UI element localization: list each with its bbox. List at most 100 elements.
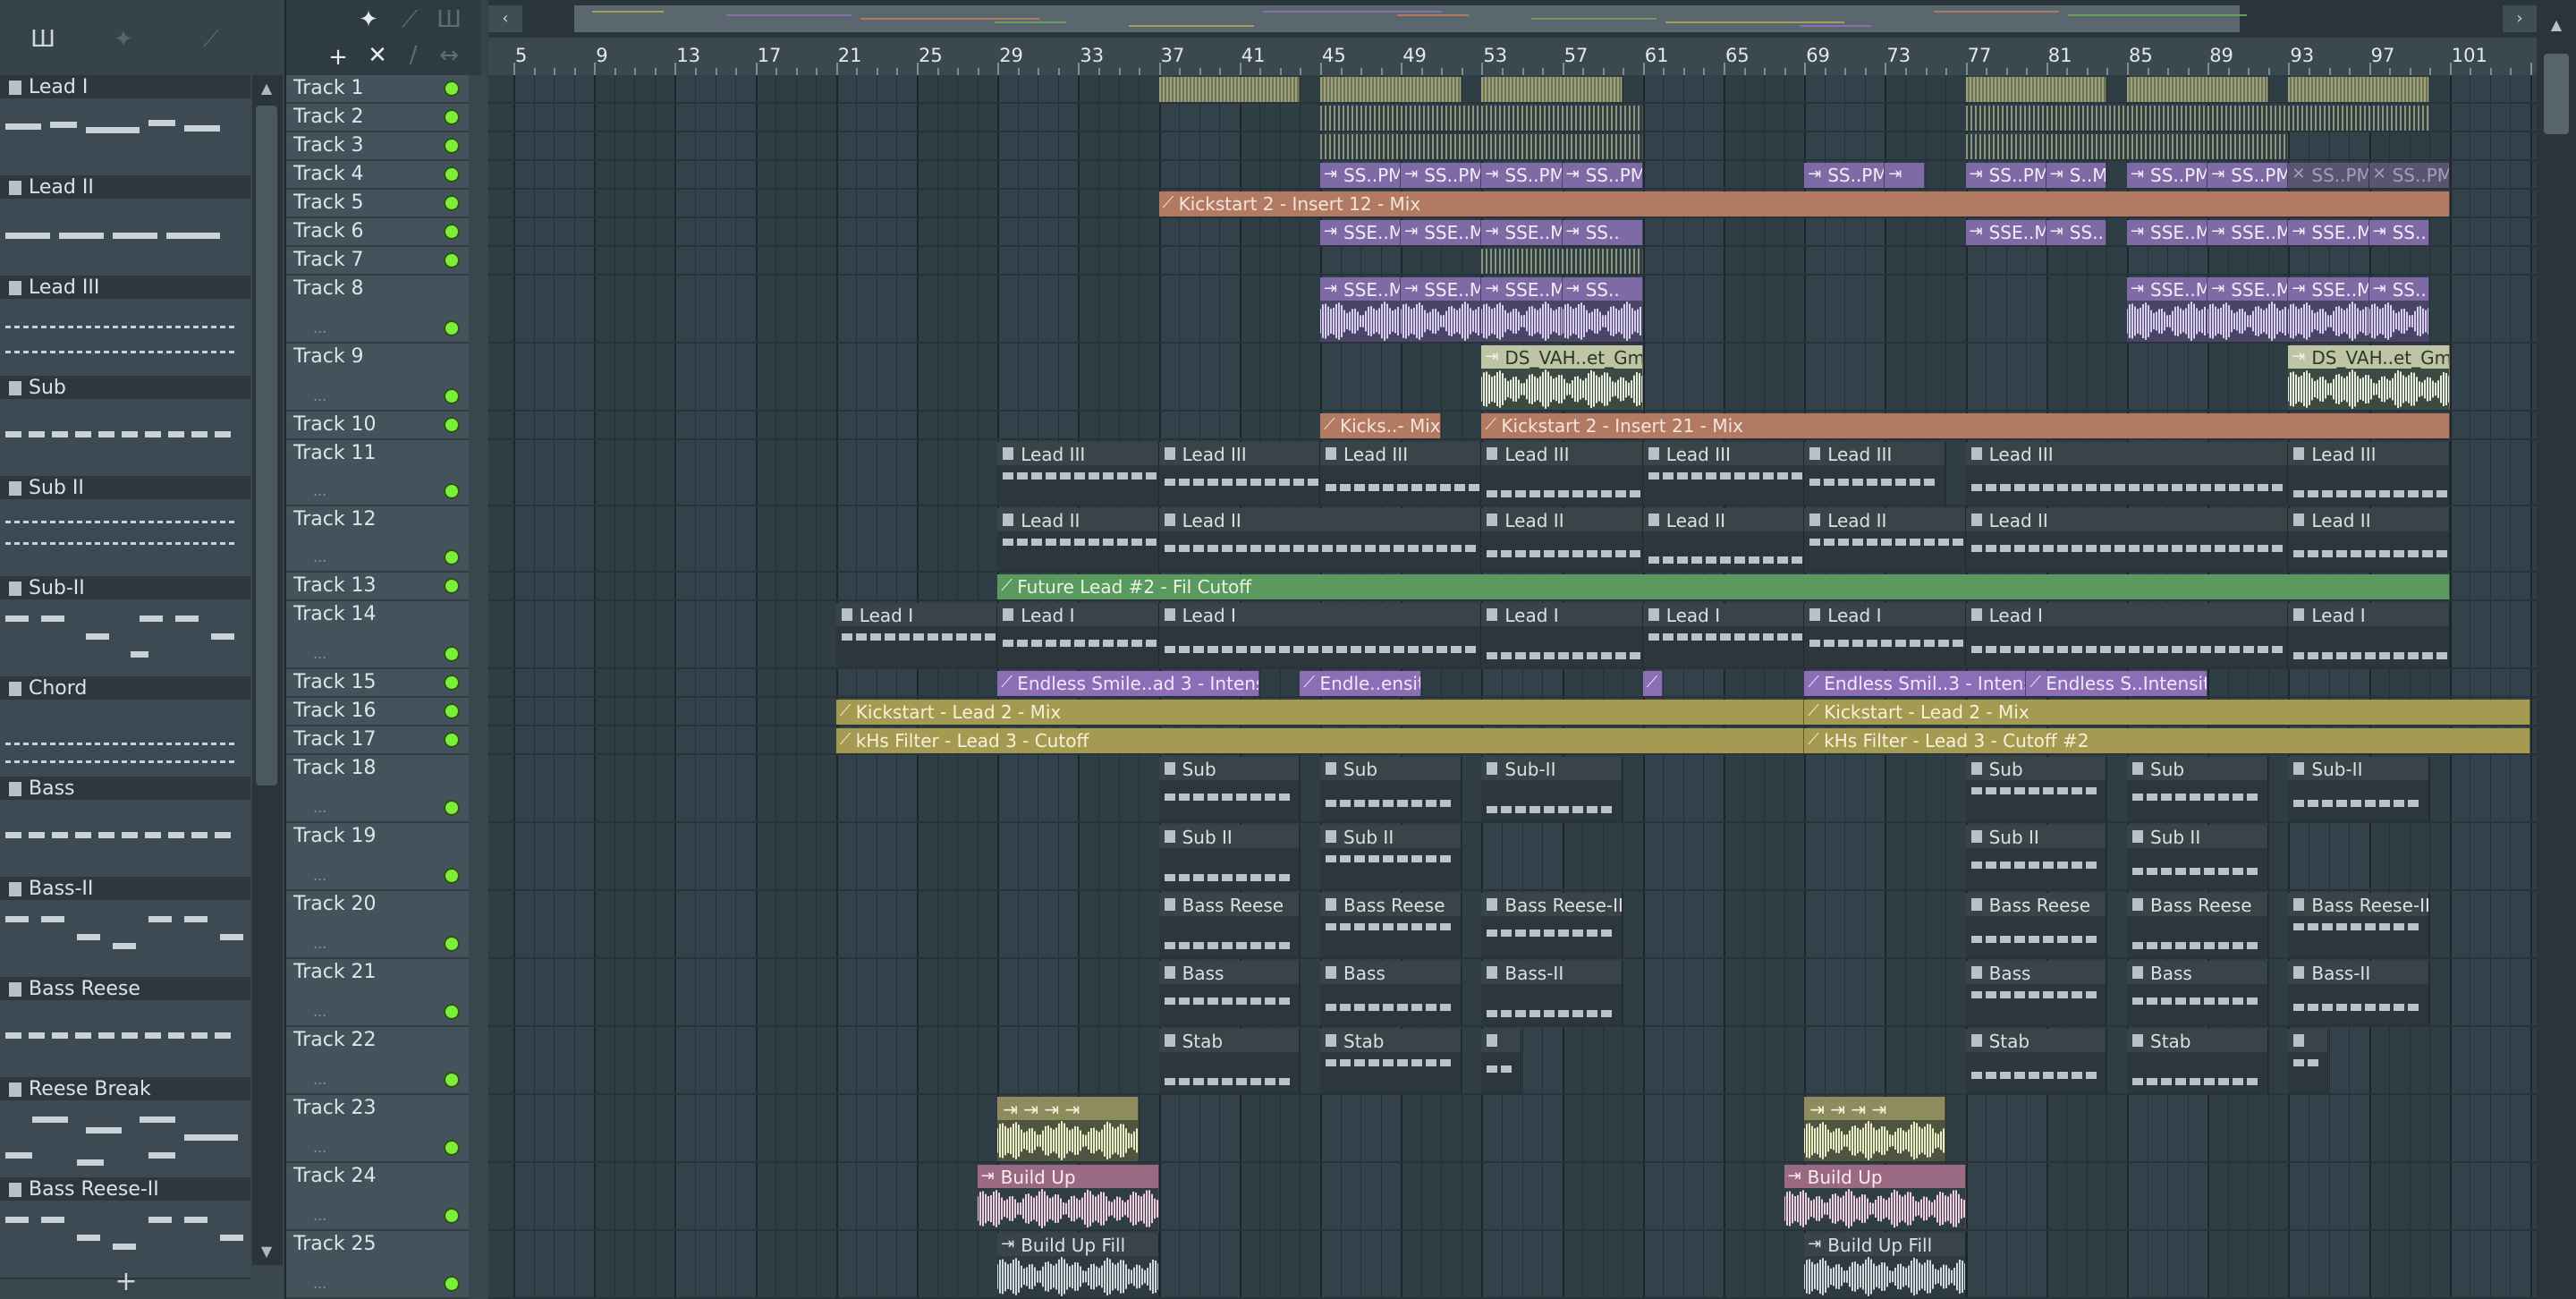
automation-icon[interactable]: ✦	[104, 23, 143, 55]
pattern-clip[interactable]: Lead III	[1481, 442, 1643, 505]
pattern-clip[interactable]: ⇥ SSE..M	[1481, 220, 1563, 245]
pattern-clip[interactable]: ⇥ SSE..M	[2127, 277, 2208, 342]
pattern-clip[interactable]: Lead I	[1481, 603, 1643, 667]
pattern-clip[interactable]: ⇥ SSE..M	[1965, 220, 2046, 245]
ruler-bar-label[interactable]: 17	[758, 45, 782, 66]
picker-item-header[interactable]: Sub	[0, 376, 250, 399]
track-name[interactable]: Track 13	[293, 573, 377, 599]
picker-item-header[interactable]: Lead I	[0, 75, 250, 98]
pattern-clip[interactable]: Stab	[1158, 1029, 1301, 1093]
track-enable-led[interactable]	[444, 166, 460, 183]
track-header[interactable]: Track 25...	[286, 1231, 469, 1299]
pattern-clip[interactable]: Lead I	[1965, 603, 2289, 667]
automation-clip[interactable]: ⟋ Endless S..Intensit	[2026, 671, 2208, 696]
pattern-clip[interactable]: ⇥ ⇥ ⇥ ⇥	[1804, 1097, 1946, 1161]
track-name[interactable]: Track 23	[293, 1095, 377, 1122]
ruler-bar-label[interactable]: 97	[2371, 45, 2395, 66]
track-header[interactable]: Track 10	[286, 412, 469, 440]
arrangement-grid[interactable]: ⇥ SS..PM ⇥ SS..PM ⇥ SS..PM ⇥ SS..PM ⇥ SS..PM ⇥ ⇥ SS.…	[488, 75, 2537, 1299]
ruler-bar-label[interactable]: 5	[515, 45, 527, 66]
track-header[interactable]: Track 23...	[286, 1095, 469, 1163]
pattern-clip[interactable]: Lead II	[1642, 508, 1805, 571]
pattern-clip[interactable]: Lead III	[1320, 442, 1482, 505]
track-more-dots[interactable]: ...	[313, 1003, 326, 1020]
ruler-bar-label[interactable]: 21	[838, 45, 862, 66]
pattern-clip[interactable]: Lead III	[1804, 442, 1946, 505]
picker-item-header[interactable]: Lead III	[0, 276, 250, 299]
track-header[interactable]: Track 2	[286, 104, 469, 132]
ruler-bar-label[interactable]: 37	[1161, 45, 1185, 66]
ruler-bar-label[interactable]: 85	[2129, 45, 2153, 66]
track-name[interactable]: Track 7	[293, 247, 364, 274]
overview-thumb[interactable]	[574, 5, 2247, 32]
pattern-clip[interactable]: Bass Reese	[1320, 893, 1462, 957]
picker-item[interactable]: Chord	[0, 676, 250, 778]
automation-clip[interactable]: ⟋ Kickstart 2 - Insert 12 - Mix	[1158, 191, 2450, 216]
track-header[interactable]: Track 16	[286, 698, 469, 726]
audio-strip-clip[interactable]	[1320, 77, 1462, 102]
track-header[interactable]: Track 20...	[286, 891, 469, 959]
track-enable-led[interactable]	[444, 703, 460, 719]
track-header[interactable]: Track 5	[286, 190, 469, 218]
pattern-clip[interactable]: ⇥ S..M	[2046, 163, 2107, 188]
track-header[interactable]: Track 8...	[286, 276, 469, 344]
timeline-ruler[interactable]: 5 9 13 17 21 25 29 33 37 41 45 49 53 57 61 65 69 73 77 81 85…	[488, 38, 2537, 77]
pattern-clip[interactable]	[1481, 1029, 1522, 1093]
scroll-down-icon[interactable]: ▼	[256, 1242, 277, 1261]
audio-clip[interactable]: ⇥ Build Up Fill	[997, 1233, 1159, 1297]
pattern-clip[interactable]: ⇥ ⇥ ⇥ ⇥	[997, 1097, 1140, 1161]
ruler-bar-label[interactable]: 49	[1402, 45, 1427, 66]
pattern-clip[interactable]: ⇥ SS..PM	[1965, 163, 2046, 188]
track-enable-led[interactable]	[444, 732, 460, 748]
pattern-clip[interactable]: Lead I	[1158, 603, 1482, 667]
ruler-bar-label[interactable]: 25	[919, 45, 943, 66]
audio-clip[interactable]: ⇥DS_VAH..et_Gmin	[1481, 345, 1643, 410]
pattern-clip[interactable]: Sub II	[1965, 825, 2107, 889]
track-header[interactable]: Track 17	[286, 726, 469, 755]
automation-clip[interactable]: ⟋ Endless Smile..ad 3 - Intensit	[997, 671, 1260, 696]
pattern-clip[interactable]: Bass Reese	[1158, 893, 1301, 957]
pattern-clip[interactable]: ⇥ SSE..M	[2207, 220, 2289, 245]
vertical-scrollbar[interactable]: ▲	[2537, 0, 2576, 1299]
track-enable-led[interactable]	[444, 252, 460, 268]
pattern-clip[interactable]: Sub	[1320, 757, 1462, 821]
automation-clip[interactable]: ⟋ kHs Filter - Lead 3 - Cutoff #2	[1804, 728, 2530, 753]
track-enable-led[interactable]	[444, 1208, 460, 1224]
pattern-clip[interactable]: Bass	[2127, 961, 2268, 1025]
track-more-dots[interactable]: ...	[313, 482, 326, 499]
track-name[interactable]: Track 10	[293, 412, 377, 438]
track-enable-led[interactable]	[444, 195, 460, 211]
pattern-clip[interactable]: Bass Reese	[2127, 893, 2268, 957]
picker-item-header[interactable]: Lead II	[0, 175, 250, 199]
pen-icon[interactable]: ∕	[394, 39, 433, 72]
track-enable-led[interactable]	[444, 1140, 460, 1156]
track-more-dots[interactable]: ...	[313, 387, 326, 404]
pattern-clip[interactable]: Sub-II	[1481, 757, 1623, 821]
pattern-clip[interactable]: ✕ SS..PM	[2368, 163, 2450, 188]
pattern-clip[interactable]: ⇥ SS..	[2368, 277, 2430, 342]
track-header[interactable]: Track 18...	[286, 755, 469, 823]
pattern-clip[interactable]: Lead III	[997, 442, 1159, 505]
pattern-clip[interactable]: ⇥	[1885, 163, 1926, 188]
track-header[interactable]: Track 6	[286, 218, 469, 247]
pattern-clip[interactable]: Stab	[1965, 1029, 2107, 1093]
track-header[interactable]: Track 19...	[286, 823, 469, 891]
audio-strip-clip[interactable]	[1965, 77, 2107, 102]
picker-item-header[interactable]: Reese Break	[0, 1077, 250, 1100]
picker-item-header[interactable]: Bass Reese-II	[0, 1177, 250, 1201]
audio-clip[interactable]: ⇥DS_VAH..et_Gmin	[2288, 345, 2450, 410]
track-enable-led[interactable]	[444, 868, 460, 884]
audio-strip-clip[interactable]	[1965, 106, 2430, 131]
track-name[interactable]: Track 19	[293, 823, 377, 850]
header-handle-strip[interactable]	[469, 75, 488, 1299]
picker-item-header[interactable]: Bass-II	[0, 877, 250, 900]
pattern-clip[interactable]: ⇥ SS..	[2368, 220, 2430, 245]
pattern-clip[interactable]: Lead III	[1642, 442, 1805, 505]
pattern-clip[interactable]: ⇥ Build Up	[1784, 1165, 1966, 1229]
track-header[interactable]: Track 22...	[286, 1027, 469, 1095]
picker-item[interactable]: Sub	[0, 376, 250, 478]
pattern-clip[interactable]: Sub II	[2127, 825, 2268, 889]
ruler-bar-label[interactable]: 73	[1886, 45, 1911, 66]
picker-item[interactable]: Lead I	[0, 75, 250, 177]
pattern-clip[interactable]: ⇥ SSE..M	[1401, 220, 1482, 245]
